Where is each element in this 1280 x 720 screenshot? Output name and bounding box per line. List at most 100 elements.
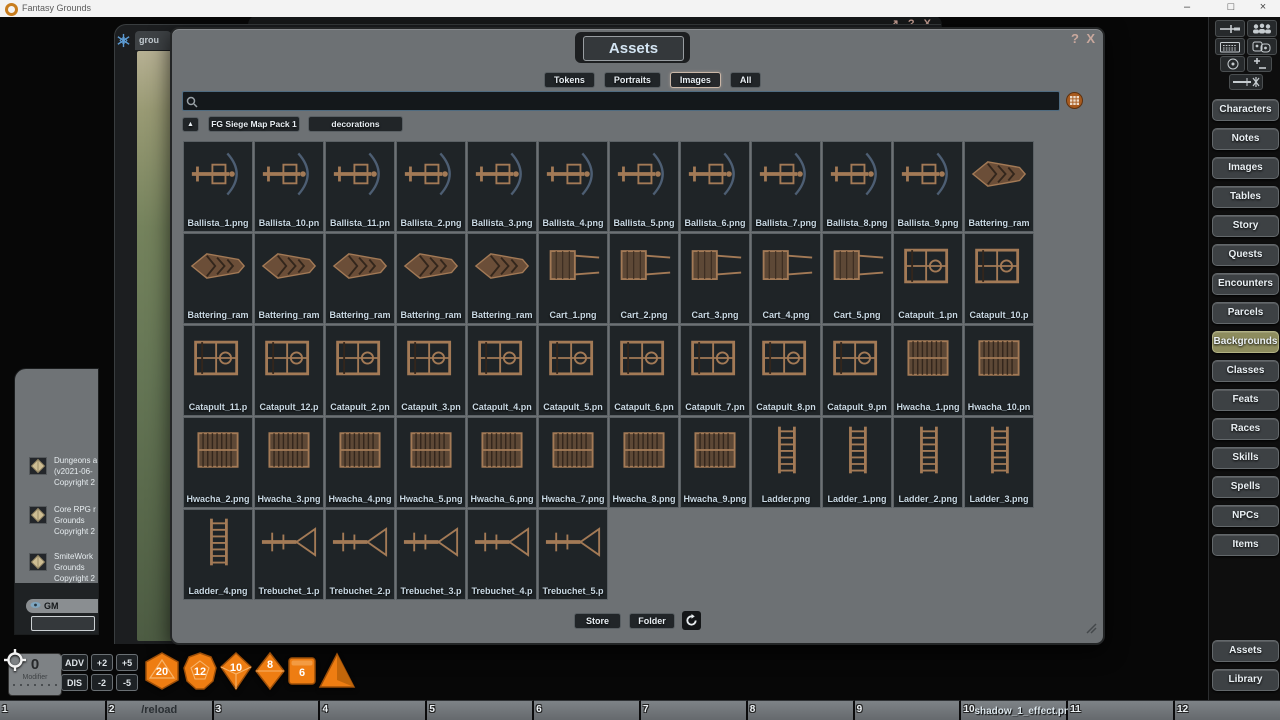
store-button[interactable]: Store xyxy=(574,613,621,629)
hotbar-slot-4[interactable]: 4 xyxy=(320,700,427,720)
sidebar-item-npcs[interactable]: NPCs xyxy=(1212,505,1279,527)
plus2-button[interactable]: +2 xyxy=(91,654,113,671)
asset-thumbnail[interactable]: Battering_ram xyxy=(964,141,1034,232)
eye-icon[interactable] xyxy=(30,601,41,611)
tab-tokens[interactable]: Tokens xyxy=(544,72,595,88)
minimize-button[interactable]: – xyxy=(1176,1,1198,13)
keyboard-icon[interactable] xyxy=(1215,38,1245,55)
asset-thumbnail[interactable]: Catapult_2.pn xyxy=(325,325,395,416)
d20-die[interactable]: 20 xyxy=(143,651,181,691)
hotbar-slot-5[interactable]: 5 xyxy=(427,700,534,720)
sword-long-icon[interactable] xyxy=(1229,74,1263,90)
maximize-button[interactable]: □ xyxy=(1220,1,1242,13)
sidebar-item-spells[interactable]: Spells xyxy=(1212,476,1279,498)
asset-thumbnail[interactable]: Hwacha_6.png xyxy=(467,417,537,508)
asset-thumbnail[interactable]: Cart_4.png xyxy=(751,233,821,324)
asset-thumbnail[interactable]: Ladder_2.png xyxy=(893,417,963,508)
sidebar-item-images[interactable]: Images xyxy=(1212,157,1279,179)
asset-thumbnail[interactable]: Ballista_2.png xyxy=(396,141,466,232)
minus2-button[interactable]: -2 xyxy=(91,674,113,691)
asset-thumbnail[interactable]: Hwacha_7.png xyxy=(538,417,608,508)
asset-thumbnail[interactable]: Ballista_1.png xyxy=(183,141,253,232)
asset-thumbnail[interactable]: Trebuchet_3.p xyxy=(396,509,466,600)
asset-thumbnail[interactable]: Cart_3.png xyxy=(680,233,750,324)
hotbar-slot-11[interactable]: 11 xyxy=(1068,700,1175,720)
folder-button[interactable]: Folder xyxy=(629,613,675,629)
d12-die[interactable]: 12 xyxy=(182,651,218,691)
asset-thumbnail[interactable]: Catapult_6.pn xyxy=(609,325,679,416)
adv-button[interactable]: ADV xyxy=(61,654,88,671)
tab-images[interactable]: Images xyxy=(670,72,721,88)
hotbar-slot-1[interactable]: 1 xyxy=(0,700,107,720)
sidebar-item-quests[interactable]: Quests xyxy=(1212,244,1279,266)
asset-thumbnail[interactable]: Ballista_7.png xyxy=(751,141,821,232)
sidebar-item-tables[interactable]: Tables xyxy=(1212,186,1279,208)
asset-thumbnail[interactable]: Catapult_8.pn xyxy=(751,325,821,416)
asset-thumbnail[interactable]: Ballista_3.png xyxy=(467,141,537,232)
asset-thumbnail[interactable]: Ballista_5.png xyxy=(609,141,679,232)
sidebar-item-story[interactable]: Story xyxy=(1212,215,1279,237)
asset-thumbnail[interactable]: Catapult_4.pn xyxy=(467,325,537,416)
dis-button[interactable]: DIS xyxy=(61,674,88,691)
hotbar-slot-7[interactable]: 7 xyxy=(641,700,748,720)
asset-thumbnail[interactable]: Ballista_9.png xyxy=(893,141,963,232)
asset-thumbnail[interactable]: Catapult_10.p xyxy=(964,233,1034,324)
asset-thumbnail[interactable]: Catapult_3.pn xyxy=(396,325,466,416)
asset-thumbnail[interactable]: Ladder.png xyxy=(751,417,821,508)
asset-thumbnail[interactable]: Hwacha_4.png xyxy=(325,417,395,508)
asset-thumbnail[interactable]: Ballista_4.png xyxy=(538,141,608,232)
close-dialog-button[interactable]: X xyxy=(1086,31,1095,46)
dice-icon[interactable] xyxy=(1247,38,1277,55)
d8-die[interactable]: 8 xyxy=(254,651,286,691)
asset-thumbnail[interactable]: Ladder_3.png xyxy=(964,417,1034,508)
d6-die[interactable]: 6 xyxy=(287,651,317,691)
map-tab[interactable]: grou xyxy=(135,31,171,50)
asset-thumbnail[interactable]: Ballista_10.pn xyxy=(254,141,324,232)
snowflake-icon[interactable] xyxy=(116,33,131,53)
asset-thumbnail[interactable]: Cart_5.png xyxy=(822,233,892,324)
asset-thumbnail[interactable]: Ballista_6.png xyxy=(680,141,750,232)
hotbar-slot-9[interactable]: 9 xyxy=(855,700,962,720)
asset-thumbnail[interactable]: Battering_ram xyxy=(254,233,324,324)
asset-thumbnail[interactable]: Trebuchet_5.p xyxy=(538,509,608,600)
minus5-button[interactable]: -5 xyxy=(116,674,138,691)
folder-up-button[interactable]: ▲ xyxy=(182,117,199,132)
asset-thumbnail[interactable]: Catapult_7.pn xyxy=(680,325,750,416)
asset-thumbnail[interactable]: Hwacha_5.png xyxy=(396,417,466,508)
asset-thumbnail[interactable]: Ballista_11.pn xyxy=(325,141,395,232)
asset-thumbnail[interactable]: Ballista_8.png xyxy=(822,141,892,232)
target-icon[interactable] xyxy=(1220,56,1245,72)
asset-thumbnail[interactable]: Ladder_4.png xyxy=(183,509,253,600)
search-input[interactable] xyxy=(182,91,1060,111)
hotbar-slot-8[interactable]: 8 xyxy=(748,700,855,720)
breadcrumb-folder[interactable]: decorations xyxy=(308,116,403,132)
refresh-button[interactable] xyxy=(682,611,701,630)
asset-thumbnail[interactable]: Trebuchet_1.p xyxy=(254,509,324,600)
plus-minus-icon[interactable] xyxy=(1247,56,1272,72)
sidebar-item-classes[interactable]: Classes xyxy=(1212,360,1279,382)
resize-handle[interactable] xyxy=(1085,621,1097,639)
sword-icon[interactable] xyxy=(1215,20,1245,37)
sidebar-item-characters[interactable]: Characters xyxy=(1212,99,1279,121)
chat-input[interactable] xyxy=(31,616,95,631)
asset-thumbnail[interactable]: Cart_2.png xyxy=(609,233,679,324)
asset-thumbnail[interactable]: Battering_ram xyxy=(396,233,466,324)
asset-thumbnail[interactable]: Trebuchet_2.p xyxy=(325,509,395,600)
sidebar-item-skills[interactable]: Skills xyxy=(1212,447,1279,469)
close-button[interactable]: × xyxy=(1252,1,1274,13)
asset-thumbnail[interactable]: Hwacha_1.png xyxy=(893,325,963,416)
plus5-button[interactable]: +5 xyxy=(116,654,138,671)
asset-thumbnail[interactable]: Battering_ram xyxy=(183,233,253,324)
asset-thumbnail[interactable]: Ladder_1.png xyxy=(822,417,892,508)
asset-thumbnail[interactable]: Hwacha_3.png xyxy=(254,417,324,508)
sidebar-item-assets[interactable]: Assets xyxy=(1212,640,1279,662)
grid-view-icon[interactable] xyxy=(1066,92,1083,109)
d10-die[interactable]: 10 xyxy=(219,651,253,691)
asset-thumbnail[interactable]: Cart_1.png xyxy=(538,233,608,324)
hotbar-slot-2[interactable]: 2/reload xyxy=(107,700,214,720)
sidebar-item-backgrounds[interactable]: Backgrounds xyxy=(1212,331,1279,353)
asset-thumbnail[interactable]: Catapult_12.p xyxy=(254,325,324,416)
asset-thumbnail[interactable]: Hwacha_2.png xyxy=(183,417,253,508)
asset-thumbnail[interactable]: Catapult_5.pn xyxy=(538,325,608,416)
sidebar-item-library[interactable]: Library xyxy=(1212,669,1279,691)
